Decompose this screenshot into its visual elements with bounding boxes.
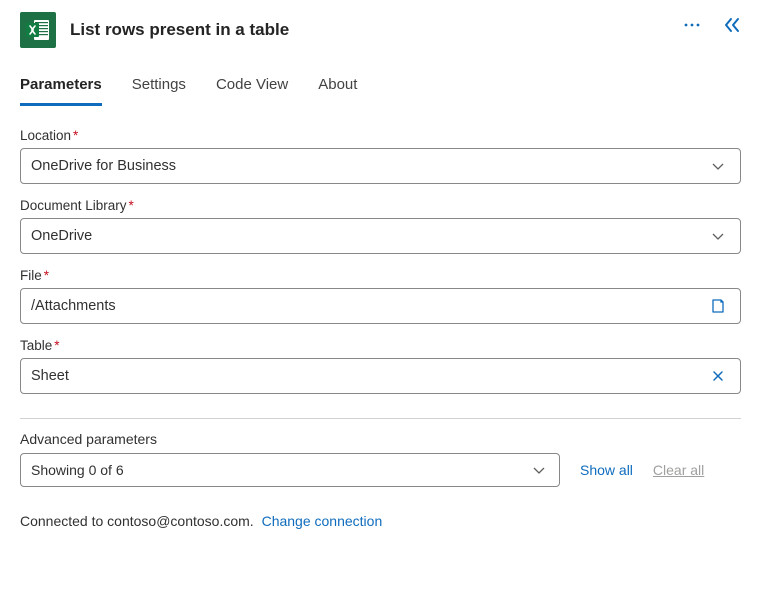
table-label: Table* <box>20 338 741 353</box>
library-label-text: Document Library <box>20 198 127 213</box>
tab-about[interactable]: About <box>318 76 357 106</box>
file-input-wrap <box>20 288 741 324</box>
required-asterisk: * <box>44 268 49 283</box>
table-input-wrap <box>20 358 741 394</box>
chevron-down-icon[interactable] <box>706 154 730 178</box>
chevron-down-icon[interactable] <box>527 458 551 482</box>
field-table: Table* <box>20 338 741 394</box>
card-title: List rows present in a table <box>70 20 289 40</box>
advanced-row: Showing 0 of 6 Show all Clear all <box>20 453 741 487</box>
connected-account: contoso@contoso.com. <box>107 513 254 529</box>
field-location: Location* OneDrive for Business <box>20 128 741 184</box>
advanced-select[interactable]: Showing 0 of 6 <box>20 453 560 487</box>
change-connection-link[interactable]: Change connection <box>262 513 383 529</box>
advanced-summary: Showing 0 of 6 <box>31 462 124 478</box>
location-select[interactable]: OneDrive for Business <box>20 148 741 184</box>
required-asterisk: * <box>54 338 59 353</box>
required-asterisk: * <box>73 128 78 143</box>
clear-icon[interactable] <box>706 364 730 388</box>
collapse-icon[interactable] <box>723 16 741 36</box>
required-asterisk: * <box>129 198 134 213</box>
tab-code-view[interactable]: Code View <box>216 76 288 106</box>
location-label-text: Location <box>20 128 71 143</box>
table-input[interactable] <box>31 368 706 384</box>
location-label: Location* <box>20 128 741 143</box>
file-input[interactable] <box>31 298 706 314</box>
excel-icon <box>20 12 56 48</box>
field-file: File* <box>20 268 741 324</box>
show-all-link[interactable]: Show all <box>580 462 633 478</box>
library-select[interactable]: OneDrive <box>20 218 741 254</box>
connection-footer: Connected to contoso@contoso.com. Change… <box>20 513 741 529</box>
location-value: OneDrive for Business <box>31 158 706 174</box>
more-icon[interactable] <box>683 16 701 36</box>
clear-all-link[interactable]: Clear all <box>653 462 704 478</box>
file-label: File* <box>20 268 741 283</box>
tab-settings[interactable]: Settings <box>132 76 186 106</box>
connected-prefix: Connected to <box>20 513 107 529</box>
tab-parameters[interactable]: Parameters <box>20 76 102 106</box>
chevron-down-icon[interactable] <box>706 224 730 248</box>
table-label-text: Table <box>20 338 52 353</box>
library-value: OneDrive <box>31 228 706 244</box>
card-header: List rows present in a table <box>20 12 741 48</box>
field-library: Document Library* OneDrive <box>20 198 741 254</box>
advanced-label: Advanced parameters <box>20 431 741 447</box>
file-label-text: File <box>20 268 42 283</box>
tabs: Parameters Settings Code View About <box>20 76 741 106</box>
library-label: Document Library* <box>20 198 741 213</box>
separator <box>20 418 741 419</box>
file-picker-icon[interactable] <box>706 294 730 318</box>
